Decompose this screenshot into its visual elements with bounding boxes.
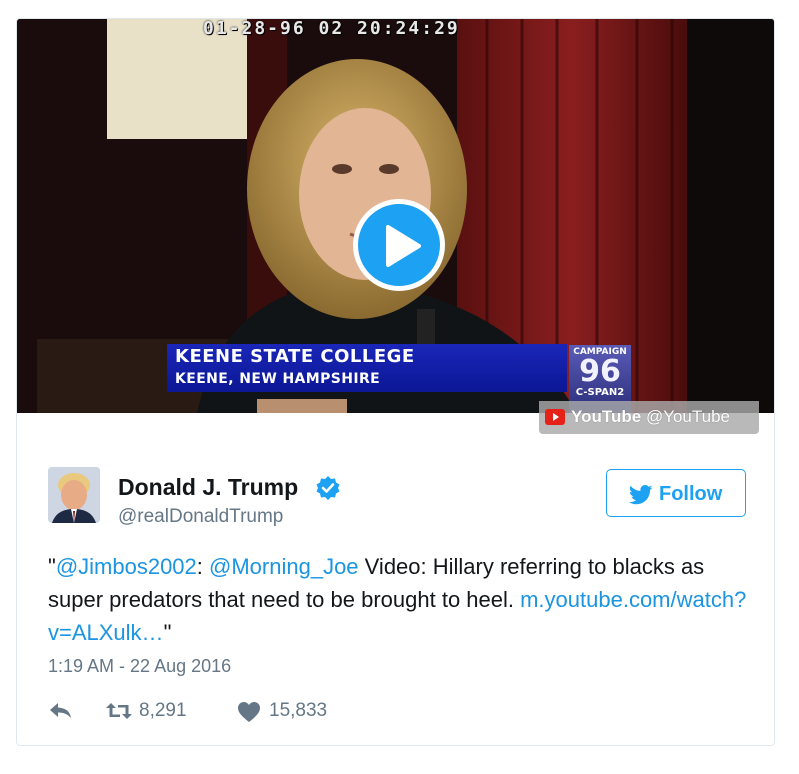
- youtube-source-handle: @YouTube: [645, 407, 730, 426]
- user-handle[interactable]: @realDonaldTrump: [118, 506, 283, 528]
- reply-icon: [50, 703, 71, 718]
- campaign-logo-year: 96: [579, 354, 621, 389]
- caption-location: KEENE STATE COLLEGE: [175, 346, 415, 367]
- youtube-source-badge[interactable]: YouTube @YouTube: [539, 401, 759, 434]
- video-timecode: 01-28-96 02 20:24:29: [203, 19, 460, 39]
- open-quote: ": [48, 554, 56, 579]
- follow-button[interactable]: Follow: [606, 469, 746, 517]
- follow-button-label: Follow: [659, 483, 723, 505]
- display-name[interactable]: Donald J. Trump: [118, 474, 298, 501]
- youtube-source-name: YouTube: [571, 407, 642, 426]
- mention-separator: :: [196, 554, 210, 579]
- mention-morning-joe[interactable]: @Morning_Joe: [209, 554, 359, 579]
- campaign-logo-network: C-SPAN2: [575, 387, 625, 398]
- close-quote: ": [163, 620, 172, 645]
- verified-icon: [316, 476, 340, 500]
- avatar[interactable]: [48, 467, 100, 523]
- retweet-button[interactable]: 8,291: [105, 699, 215, 723]
- tweet-timestamp[interactable]: 1:19 AM - 22 Aug 2016: [48, 656, 231, 677]
- play-button[interactable]: [353, 199, 445, 291]
- embedded-tweet-card: 01-28-96 02 20:24:29 KEENE STATE COLLEGE…: [16, 18, 775, 746]
- mention-jimbos2002[interactable]: @Jimbos2002: [56, 554, 197, 579]
- like-button[interactable]: 15,833: [237, 699, 347, 723]
- twitter-bird-icon: [629, 485, 653, 505]
- youtube-icon: [545, 409, 565, 425]
- retweet-icon: [106, 703, 132, 719]
- caption-city: KEENE, NEW HAMPSHIRE: [175, 371, 381, 387]
- like-count: 15,833: [269, 700, 328, 721]
- play-icon: [386, 225, 421, 267]
- avatar-image: [48, 467, 100, 523]
- retweet-count: 8,291: [139, 700, 187, 721]
- heart-icon: [238, 702, 260, 722]
- tweet-text: "@Jimbos2002: @Morning_Joe Video: Hillar…: [48, 550, 748, 649]
- video-embed[interactable]: 01-28-96 02 20:24:29 KEENE STATE COLLEGE…: [17, 19, 774, 413]
- reply-button[interactable]: [48, 699, 78, 723]
